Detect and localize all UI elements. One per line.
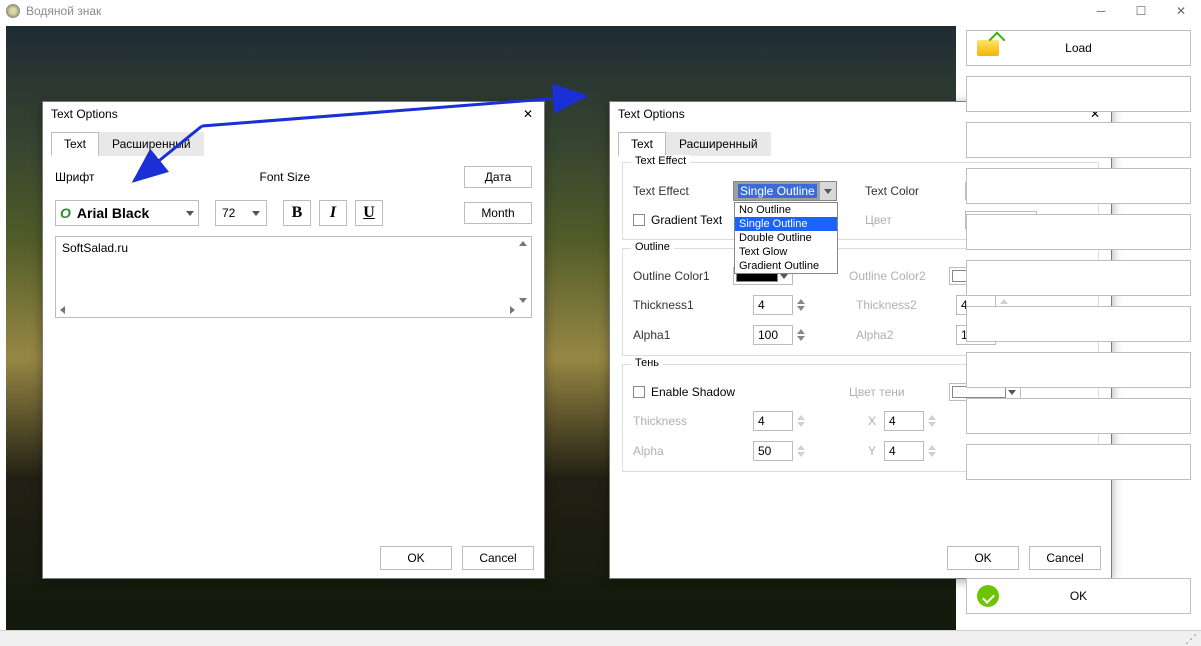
alpha1-input[interactable]: 100 [753, 325, 793, 345]
shadow-thickness-input: 4 [753, 411, 793, 431]
shadow-y-label: Y [856, 444, 876, 458]
alpha1-spinner[interactable] [797, 329, 806, 341]
resize-grip-icon[interactable]: ⋰ [1185, 632, 1197, 646]
app-icon [6, 4, 20, 18]
folder-open-icon [977, 40, 999, 56]
insert-date-button[interactable]: Дата [464, 166, 532, 188]
window-titlebar: Водяной знак ─ ☐ ✕ [0, 0, 1201, 22]
outline-color1-label: Outline Color1 [633, 269, 733, 283]
watermark-text-area-wrap [55, 236, 532, 318]
thickness1-label: Thickness1 [633, 298, 733, 312]
effect-option[interactable]: Text Glow [735, 245, 837, 259]
font-family-combo[interactable]: O Arial Black [55, 200, 199, 226]
check-circle-icon [977, 585, 999, 607]
side-slot-9[interactable] [966, 444, 1191, 480]
side-slot-5[interactable] [966, 260, 1191, 296]
text-options-dialog-text: Text Options ✕ Text Расширенный Шрифт Fo… [42, 101, 545, 579]
gradient-text-label: Gradient Text [651, 213, 722, 227]
shadow-color-label: Цвет тени [849, 385, 949, 399]
status-bar: ⋰ [0, 630, 1201, 646]
font-size-combo[interactable]: 72 [215, 200, 267, 226]
side-slot-4[interactable] [966, 214, 1191, 250]
side-slot-2[interactable] [966, 122, 1191, 158]
insert-month-button[interactable]: Month [464, 202, 532, 224]
enable-shadow-checkbox[interactable] [633, 386, 645, 398]
main-ok-label: OK [1070, 589, 1087, 603]
alpha1-label: Alpha1 [633, 328, 733, 342]
shadow-x-spinner [928, 415, 937, 427]
shadow-alpha-input: 50 [753, 441, 793, 461]
ok-button[interactable]: OK [380, 546, 452, 570]
group-legend-shadow: Тень [631, 357, 663, 369]
chevron-down-icon [186, 211, 194, 216]
chevron-down-icon [1008, 390, 1016, 395]
shadow-x-label: X [856, 414, 876, 428]
main-ok-button[interactable]: OK [966, 578, 1191, 614]
side-slot-1[interactable] [966, 76, 1191, 112]
shadow-thickness-spinner [797, 415, 806, 427]
chevron-down-icon [824, 189, 832, 194]
font-preview-icon: O [60, 205, 71, 221]
window-maximize-button[interactable]: ☐ [1121, 0, 1161, 22]
shadow-alpha-spinner [797, 445, 806, 457]
effect-option[interactable]: Double Outline [735, 231, 837, 245]
text-effect-combo[interactable]: Single Outline No Outline Single Outline… [733, 181, 837, 201]
font-label: Шрифт [55, 170, 240, 184]
enable-shadow-label: Enable Shadow [651, 385, 735, 399]
side-slot-6[interactable] [966, 306, 1191, 342]
side-slot-7[interactable] [966, 352, 1191, 388]
window-close-button[interactable]: ✕ [1161, 0, 1201, 22]
dialog-title: Text Options [51, 107, 520, 121]
text-effect-value: Single Outline [738, 184, 817, 198]
group-legend-outline: Outline [631, 241, 674, 253]
effect-option[interactable]: Single Outline [735, 217, 837, 231]
thickness2-label: Thickness2 [856, 298, 956, 312]
alpha2-label: Alpha2 [856, 328, 956, 342]
bold-button[interactable]: B [283, 200, 311, 226]
underline-button[interactable]: U [355, 200, 383, 226]
shadow-thickness-label: Thickness [633, 414, 733, 428]
ok-button[interactable]: OK [947, 546, 1019, 570]
load-button-label: Load [1065, 41, 1092, 55]
shadow-x-input: 4 [884, 411, 924, 431]
tab-text[interactable]: Text [51, 132, 99, 156]
cancel-button[interactable]: Cancel [1029, 546, 1101, 570]
effect-option[interactable]: Gradient Outline [735, 259, 837, 273]
scroll-up-icon[interactable] [519, 241, 527, 246]
font-size-value: 72 [222, 206, 235, 220]
load-button[interactable]: Load [966, 30, 1191, 66]
scroll-right-icon[interactable] [510, 306, 515, 314]
font-size-label: Font Size [260, 170, 445, 184]
italic-button[interactable]: I [319, 200, 347, 226]
font-name-value: Arial Black [77, 205, 180, 221]
chevron-down-icon [780, 274, 788, 279]
side-slot-8[interactable] [966, 398, 1191, 434]
side-slot-3[interactable] [966, 168, 1191, 204]
watermark-text-input[interactable] [60, 239, 515, 301]
image-canvas[interactable]: Text Options ✕ Text Расширенный Шрифт Fo… [6, 26, 956, 630]
thickness1-input[interactable]: 4 [753, 295, 793, 315]
window-minimize-button[interactable]: ─ [1081, 0, 1121, 22]
gradient-color-label: Цвет [865, 213, 965, 227]
scroll-down-icon[interactable] [519, 298, 527, 303]
thickness1-spinner[interactable] [797, 299, 806, 311]
gradient-text-checkbox[interactable] [633, 214, 645, 226]
text-effect-label: Text Effect [633, 184, 733, 198]
shadow-y-input: 4 [884, 441, 924, 461]
text-color-label: Text Color [865, 184, 965, 198]
window-title: Водяной знак [26, 4, 1081, 18]
shadow-alpha-label: Alpha [633, 444, 733, 458]
outline-color2-label: Outline Color2 [849, 269, 949, 283]
tab-advanced[interactable]: Расширенный [666, 132, 771, 156]
shadow-y-spinner [928, 445, 937, 457]
tab-text[interactable]: Text [618, 132, 666, 156]
chevron-down-icon [252, 211, 260, 216]
text-effect-dropdown: No Outline Single Outline Double Outline… [734, 202, 838, 274]
scroll-left-icon[interactable] [60, 306, 65, 314]
cancel-button[interactable]: Cancel [462, 546, 534, 570]
effect-option[interactable]: No Outline [735, 203, 837, 217]
tab-advanced[interactable]: Расширенный [99, 132, 204, 156]
group-legend-effect: Text Effect [631, 155, 690, 167]
close-icon[interactable]: ✕ [520, 106, 536, 122]
